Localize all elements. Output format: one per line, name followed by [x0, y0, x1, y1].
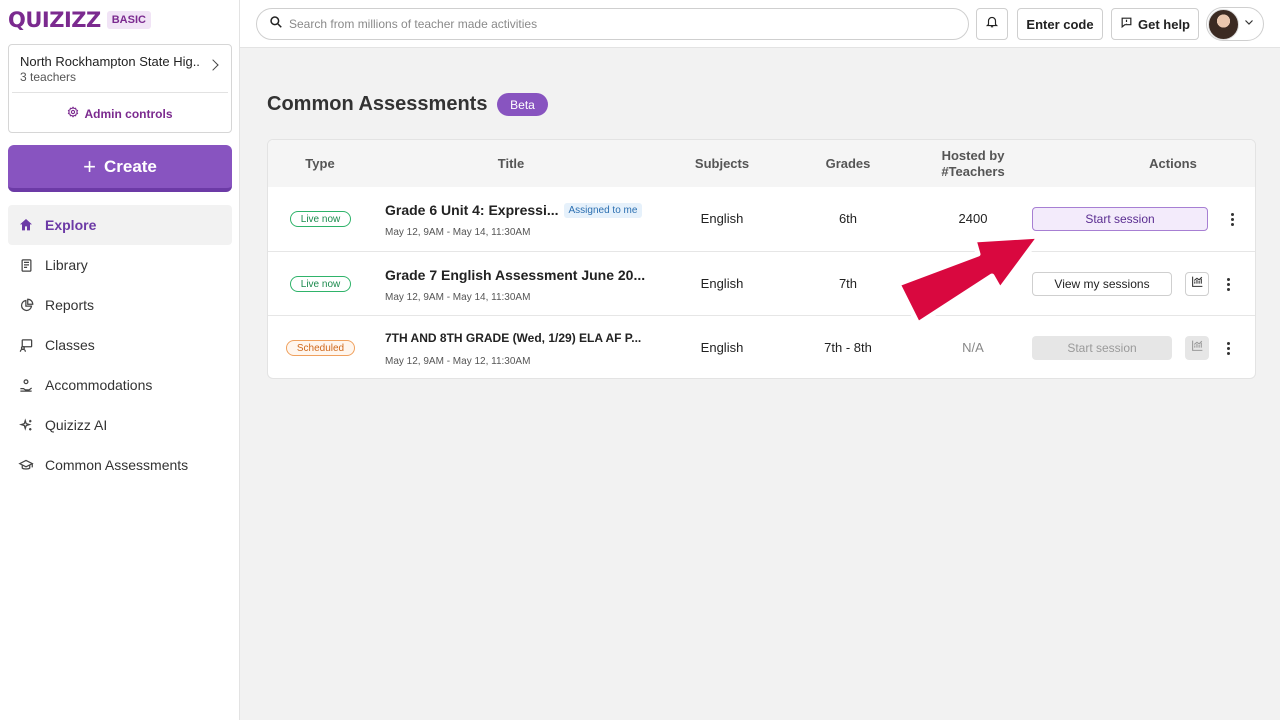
status-badge: Live now: [290, 276, 351, 292]
gear-icon: [67, 106, 79, 121]
subject-cell: English: [700, 276, 744, 291]
enter-code-label: Enter code: [1026, 16, 1094, 32]
home-icon: [17, 216, 35, 234]
grade-cell: 7th - 8th: [824, 340, 872, 355]
status-badge: Scheduled: [286, 340, 355, 356]
get-help-label: Get help: [1137, 16, 1190, 32]
sidebar-item-label: Explore: [45, 217, 97, 233]
more-options-icon[interactable]: [1224, 210, 1240, 228]
chevron-right-icon[interactable]: [207, 59, 219, 71]
column-title: Title: [497, 156, 525, 171]
create-button[interactable]: + Create: [8, 145, 232, 192]
enter-code-button[interactable]: Enter code: [1017, 8, 1103, 40]
assigned-tag: Assigned to me: [563, 203, 643, 218]
column-hosted-line2: #Teachers: [941, 164, 1005, 179]
bell-icon: [985, 14, 999, 34]
assessment-date: May 12, 9AM - May 14, 11:30AM: [385, 292, 531, 303]
table-row[interactable]: Live now Grade 7 English Assessment June…: [268, 251, 1255, 315]
sidebar-item-library[interactable]: Library: [8, 245, 232, 285]
start-session-button-disabled[interactable]: Start session: [1032, 336, 1172, 360]
column-actions: Actions: [1149, 156, 1197, 171]
subject-cell: English: [700, 340, 744, 355]
page-title: Common Assessments: [267, 93, 488, 115]
sidebar-item-label: Quizizz AI: [45, 417, 108, 433]
status-badge: Live now: [290, 211, 351, 227]
pie-chart-icon: [17, 296, 35, 314]
sidebar-item-accommodations[interactable]: Accommodations: [8, 365, 232, 405]
subject-cell: English: [700, 211, 744, 226]
admin-controls-label: Admin controls: [84, 106, 173, 121]
sidebar-item-label: Common Assessments: [45, 457, 189, 473]
sidebar-item-label: Reports: [45, 297, 95, 313]
profile-menu[interactable]: [1206, 7, 1264, 41]
sidebar-item-common-assessments[interactable]: Common Assessments: [8, 445, 232, 485]
top-bar: Enter code Get help: [240, 0, 1280, 48]
teacher-count: 3 teachers: [20, 70, 77, 84]
avatar[interactable]: [1208, 8, 1239, 40]
sidebar: QUIZIZZ BASIC North Rockhampton State Hi…: [0, 0, 240, 720]
sparkle-icon: [17, 416, 35, 434]
book-icon: [17, 256, 35, 274]
create-label: Create: [103, 156, 157, 176]
sidebar-item-label: Accommodations: [45, 377, 153, 393]
hosted-cell: 2400: [958, 211, 988, 226]
assessment-title-text: Grade 6 Unit 4: Expressi...: [385, 202, 559, 218]
plan-badge: BASIC: [106, 11, 151, 29]
column-hosted: Hosted by #Teachers: [928, 148, 1018, 180]
hosted-cell: N/A: [962, 340, 984, 355]
help-chat-icon: [1120, 16, 1133, 32]
chevron-down-icon: [1243, 15, 1255, 33]
beta-badge: Beta: [497, 93, 548, 116]
more-options-icon[interactable]: [1220, 339, 1236, 357]
get-help-button[interactable]: Get help: [1111, 8, 1199, 40]
sidebar-nav: Explore Library Reports Classes Accommod…: [8, 205, 232, 485]
assessment-title[interactable]: 7TH AND 8TH GRADE (Wed, 1/29) ELA AF P..…: [385, 331, 641, 345]
column-subjects: Subjects: [694, 156, 750, 171]
bar-chart-icon: [1191, 275, 1204, 293]
assessment-date: May 12, 9AM - May 14, 11:30AM: [385, 227, 531, 238]
more-options-icon[interactable]: [1220, 275, 1236, 293]
column-grades: Grades: [825, 156, 871, 171]
search-icon: [269, 15, 283, 34]
admin-controls-link[interactable]: Admin controls: [9, 106, 231, 121]
assessment-title[interactable]: Grade 6 Unit 4: Expressi... Assigned to m…: [385, 202, 643, 218]
sidebar-item-reports[interactable]: Reports: [8, 285, 232, 325]
sidebar-item-explore[interactable]: Explore: [8, 205, 232, 245]
organization-card[interactable]: North Rockhampton State Hig... 3 teacher…: [8, 44, 232, 133]
table-row[interactable]: Scheduled 7TH AND 8TH GRADE (Wed, 1/29) …: [268, 315, 1255, 378]
quizizz-logo[interactable]: QUIZIZZ: [8, 8, 101, 32]
sidebar-item-classes[interactable]: Classes: [8, 325, 232, 365]
hand-heart-icon: [17, 376, 35, 394]
bar-chart-icon: [1191, 339, 1204, 357]
graduation-cap-icon: [17, 456, 35, 474]
assessments-table: Type Title Subjects Grades Hosted by #Te…: [267, 139, 1256, 379]
column-hosted-line1: Hosted by: [941, 148, 1005, 163]
search-input[interactable]: [289, 17, 939, 31]
plus-icon: +: [83, 153, 96, 179]
organization-name: North Rockhampton State Hig...: [20, 54, 200, 69]
column-type: Type: [305, 156, 335, 171]
table-row[interactable]: Live now Grade 6 Unit 4: Expressi... Assi…: [268, 187, 1255, 251]
sidebar-item-label: Classes: [45, 337, 95, 353]
search-bar[interactable]: [256, 8, 969, 40]
reports-chart-button[interactable]: [1185, 336, 1209, 360]
sidebar-item-quizizz-ai[interactable]: Quizizz AI: [8, 405, 232, 445]
view-my-sessions-button[interactable]: View my sessions: [1032, 272, 1172, 296]
table-header: Type Title Subjects Grades Hosted by #Te…: [268, 140, 1255, 187]
classroom-icon: [17, 336, 35, 354]
annotation-arrow: [895, 233, 1043, 327]
start-session-button[interactable]: Start session: [1032, 207, 1208, 231]
sidebar-item-label: Library: [45, 257, 88, 273]
divider: [12, 92, 228, 93]
brand: QUIZIZZ BASIC: [8, 8, 151, 32]
assessment-date: May 12, 9AM - May 12, 11:30AM: [385, 356, 531, 367]
grade-cell: 6th: [838, 211, 858, 226]
reports-chart-button[interactable]: [1185, 272, 1209, 296]
assessment-title[interactable]: Grade 7 English Assessment June 20...: [385, 267, 645, 283]
grade-cell: 7th: [838, 276, 858, 291]
notifications-button[interactable]: [976, 8, 1008, 40]
